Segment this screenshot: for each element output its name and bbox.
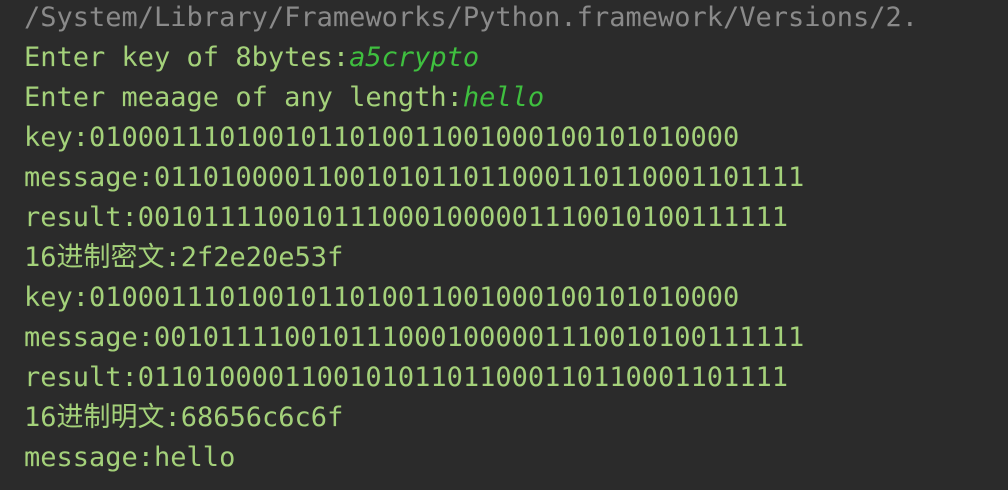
encrypt-result-bits-line: result:001011110010111000100000111001010… — [24, 202, 789, 233]
key-prompt-line: Enter key of 8bytes:a5crypto — [24, 38, 479, 78]
ciphertext-hex-line: 16进制密文:2f2e20e53f — [24, 242, 344, 273]
console-output-panel[interactable]: /System/Library/Frameworks/Python.framew… — [0, 0, 1008, 490]
decrypted-message-line: message:hello — [24, 442, 236, 473]
message-prompt-line: Enter meaage of any length:hello — [24, 78, 544, 118]
message-prompt-label: Enter meaage of any length: — [24, 82, 463, 113]
decrypt-message-bits-line: message:00101111001011100010000011100101… — [24, 322, 805, 353]
decrypt-key-bits-line: key:010001110100101101001100100010010101… — [24, 282, 740, 313]
interpreter-path-line: /System/Library/Frameworks/Python.framew… — [24, 2, 919, 33]
encrypt-message-bits-line: message:01101000011001010110110001101100… — [24, 162, 805, 193]
message-input-value: hello — [462, 82, 545, 113]
decrypt-result-bits-line: result:011010000110010101101100011011000… — [24, 362, 789, 393]
key-input-value: a5crypto — [349, 42, 480, 73]
key-prompt-label: Enter key of 8bytes: — [24, 42, 350, 73]
plaintext-hex-line: 16进制明文:68656c6c6f — [24, 402, 344, 433]
encrypt-key-bits-line: key:010001110100101101001100100010010101… — [24, 122, 740, 153]
